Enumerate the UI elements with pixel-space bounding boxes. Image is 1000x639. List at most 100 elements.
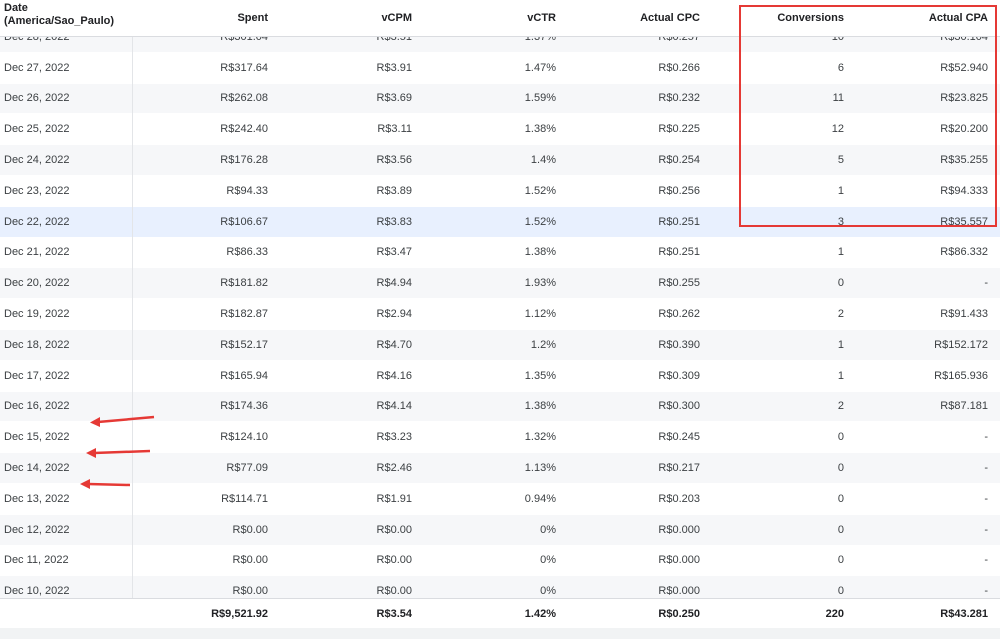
cell-actual-cpc: R$0.266 bbox=[658, 61, 700, 74]
cell-vctr: 0% bbox=[540, 554, 556, 567]
cell-vctr: 1.13% bbox=[524, 462, 556, 475]
date-column-divider bbox=[132, 36, 133, 598]
cell-actual-cpc: R$0.203 bbox=[658, 492, 700, 505]
table-row[interactable]: Dec 18, 2022 R$152.17 R$4.70 1.2% R$0.390 1 R$… bbox=[0, 329, 1000, 361]
column-header-actual-cpc[interactable]: Actual CPC bbox=[556, 0, 700, 36]
cell-vcpm: R$4.94 bbox=[376, 277, 412, 290]
cell-actual-cpc: R$0.262 bbox=[658, 308, 700, 321]
cell-actual-cpc: R$0.256 bbox=[658, 184, 700, 197]
cell-conversions: 0 bbox=[837, 585, 844, 598]
cell-vctr: 1.2% bbox=[530, 338, 556, 351]
cell-vcpm: R$0.00 bbox=[376, 554, 412, 567]
cell-actual-cpa: R$152.172 bbox=[934, 338, 988, 351]
annotation-arrow-icon bbox=[86, 448, 151, 458]
cell-spent: R$0.00 bbox=[232, 585, 268, 598]
cell-spent: R$94.33 bbox=[226, 184, 268, 197]
cell-actual-cpc: R$0.257 bbox=[658, 36, 700, 43]
cell-actual-cpa: R$165.936 bbox=[934, 369, 988, 382]
cell-spent: R$86.33 bbox=[226, 246, 268, 259]
cell-actual-cpa: - bbox=[984, 492, 988, 505]
cell-spent: R$165.94 bbox=[220, 369, 268, 382]
cell-actual-cpc: R$0.254 bbox=[658, 154, 700, 167]
total-actual-cpa: R$43.281 bbox=[940, 608, 988, 620]
cell-actual-cpc: R$0.390 bbox=[658, 338, 700, 351]
cell-actual-cpc: R$0.225 bbox=[658, 123, 700, 136]
total-actual-cpc: R$0.250 bbox=[658, 608, 700, 620]
cell-vctr: 1.38% bbox=[524, 123, 556, 136]
total-spent: R$9,521.92 bbox=[211, 608, 268, 620]
cell-spent: R$181.82 bbox=[220, 277, 268, 290]
cell-vctr: 1.37% bbox=[524, 36, 556, 43]
cell-spent: R$114.71 bbox=[221, 492, 268, 505]
cell-conversions: 0 bbox=[837, 492, 844, 505]
cell-vctr: 1.38% bbox=[524, 400, 556, 413]
cell-conversions: 2 bbox=[837, 308, 844, 321]
cell-vcpm: R$3.11 bbox=[377, 123, 412, 136]
cell-actual-cpc: R$0.309 bbox=[658, 369, 700, 382]
cell-actual-cpa: - bbox=[984, 462, 988, 475]
cell-date: Dec 22, 2022 bbox=[4, 215, 70, 228]
cell-vctr: 1.47% bbox=[524, 61, 556, 74]
cell-vctr: 1.12% bbox=[524, 308, 556, 321]
cell-actual-cpa: - bbox=[984, 523, 988, 536]
table-row[interactable]: Dec 17, 2022 R$165.94 R$4.16 1.35% R$0.309 1 R… bbox=[0, 361, 1000, 392]
cell-vctr: 1.38% bbox=[524, 246, 556, 259]
cell-spent: R$77.09 bbox=[226, 462, 268, 475]
cell-vcpm: R$3.91 bbox=[376, 61, 412, 74]
table-row[interactable]: Dec 19, 2022 R$182.87 R$2.94 1.12% R$0.262 2 R… bbox=[0, 299, 1000, 330]
cell-date: Dec 24, 2022 bbox=[4, 154, 70, 167]
cell-date: Dec 27, 2022 bbox=[4, 61, 70, 74]
cell-vcpm: R$0.00 bbox=[376, 585, 412, 598]
cell-spent: R$176.28 bbox=[220, 154, 268, 167]
table-row[interactable]: Dec 13, 2022 R$114.71 R$1.91 0.94% R$0.203 0- bbox=[0, 484, 1000, 515]
column-header-vctr[interactable]: vCTR bbox=[412, 0, 556, 36]
horizontal-scrollbar-track[interactable] bbox=[0, 628, 1000, 639]
cell-date: Dec 26, 2022 bbox=[4, 92, 70, 105]
cell-spent: R$124.10 bbox=[220, 431, 268, 444]
cell-date: Dec 21, 2022 bbox=[4, 246, 70, 259]
cell-vcpm: R$4.16 bbox=[376, 369, 412, 382]
column-header-vcpm[interactable]: vCPM bbox=[268, 0, 412, 36]
cell-vcpm: R$4.70 bbox=[376, 338, 412, 351]
cell-date: Dec 12, 2022 bbox=[4, 523, 70, 536]
cell-vcpm: R$3.83 bbox=[376, 215, 412, 228]
cell-conversions: 1 bbox=[837, 338, 844, 351]
cell-date: Dec 19, 2022 bbox=[4, 308, 70, 321]
table-row[interactable]: Dec 11, 2022 R$0.00 R$0.00 0% R$0.000 0 - bbox=[0, 546, 1000, 577]
cell-vctr: 0% bbox=[540, 523, 556, 536]
column-header-date[interactable]: Date (America/Sao_Paulo) bbox=[4, 0, 124, 38]
cell-vctr: 1.93% bbox=[524, 277, 556, 290]
total-vctr: 1.42% bbox=[524, 608, 556, 620]
cell-vctr: 1.4% bbox=[530, 154, 556, 167]
cell-date: Dec 28, 2022 bbox=[4, 36, 70, 43]
cell-actual-cpc: R$0.232 bbox=[658, 92, 700, 105]
cell-vctr: 1.52% bbox=[524, 184, 556, 197]
cell-spent: R$262.08 bbox=[220, 92, 268, 105]
cell-date: Dec 23, 2022 bbox=[4, 184, 70, 197]
table-row[interactable]: Dec 21, 2022 R$86.33 R$3.47 1.38% R$0.251 1 R$… bbox=[0, 238, 1000, 269]
cell-vctr: 1.59% bbox=[524, 92, 556, 105]
table-row[interactable]: Dec 12, 2022 R$0.00 R$0.00 0% R$0.000 0 - bbox=[0, 514, 1000, 546]
table-row[interactable]: Dec 10, 2022 R$0.00 R$0.00 0% R$0.000 0 - bbox=[0, 576, 1000, 598]
table-row[interactable]: Dec 20, 2022 R$181.82 R$4.94 1.93% R$0.255 0 - bbox=[0, 268, 1000, 300]
column-header-spent[interactable]: Spent bbox=[140, 0, 268, 36]
cell-vcpm: R$0.00 bbox=[376, 523, 412, 536]
cell-spent: R$0.00 bbox=[232, 523, 268, 536]
cell-date: Dec 25, 2022 bbox=[4, 123, 70, 136]
cell-vctr: 1.52% bbox=[524, 215, 556, 228]
cell-actual-cpa: - bbox=[984, 554, 988, 567]
cell-conversions: 0 bbox=[837, 277, 844, 290]
cell-actual-cpa: - bbox=[984, 431, 988, 444]
cell-vcpm: R$2.46 bbox=[376, 462, 412, 475]
cell-date: Dec 18, 2022 bbox=[4, 338, 70, 351]
cell-spent: R$0.00 bbox=[232, 554, 268, 567]
cell-actual-cpa: R$86.332 bbox=[940, 246, 988, 259]
cell-vctr: 1.32% bbox=[524, 431, 556, 444]
cell-vcpm: R$4.14 bbox=[376, 400, 412, 413]
cell-actual-cpc: R$0.300 bbox=[658, 400, 700, 413]
cell-vctr: 1.35% bbox=[524, 369, 556, 382]
cell-spent: R$182.87 bbox=[220, 308, 268, 321]
cell-conversions: 0 bbox=[837, 523, 844, 536]
annotation-arrow-icon bbox=[90, 415, 155, 427]
cell-conversions: 1 bbox=[837, 246, 844, 259]
